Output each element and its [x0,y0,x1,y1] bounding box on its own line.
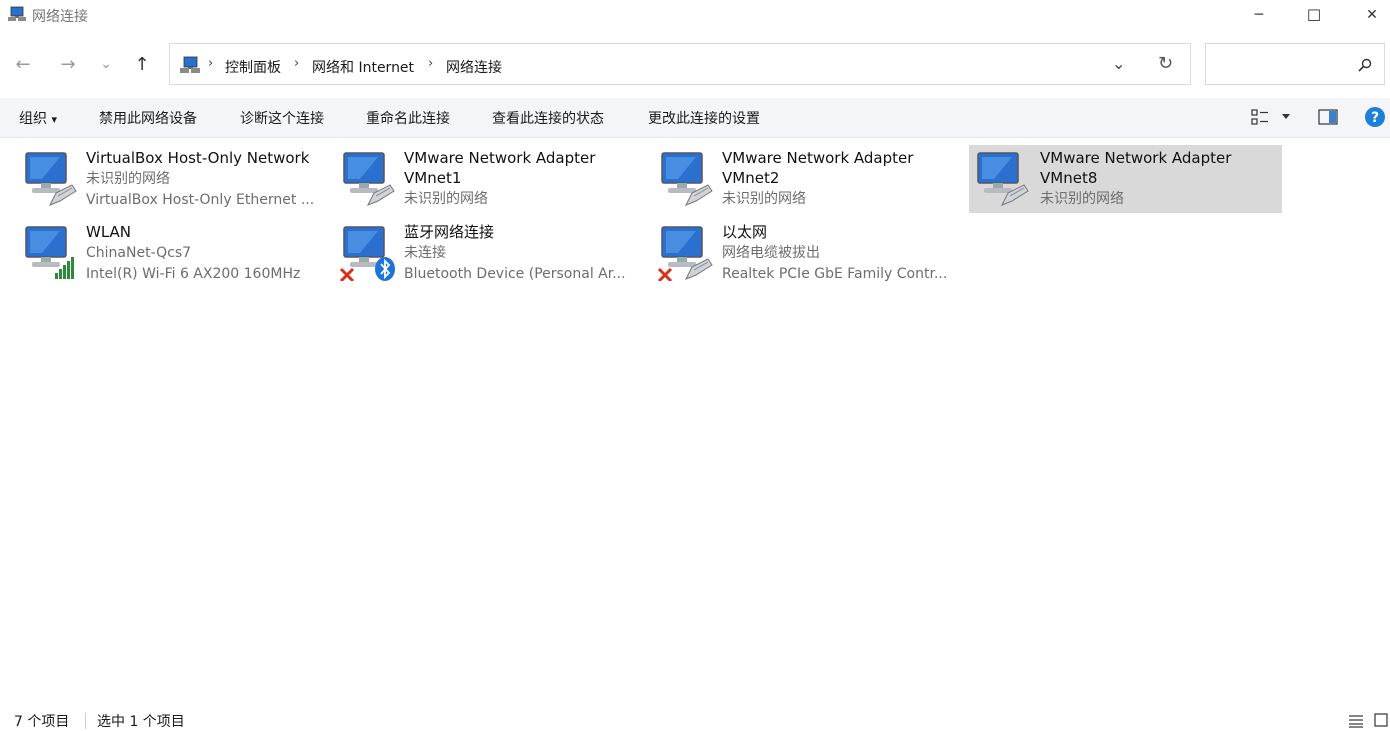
command-bar: 组织 ▾ 禁用此网络设备 诊断这个连接 重命名此连接 查看此连接的状态 更改此连… [0,98,1390,138]
maximize-icon: ☐ [1306,5,1322,25]
view-options-icon[interactable] [1251,109,1269,125]
network-adapter-icon [25,226,74,279]
breadcrumb-network-connections[interactable]: 网络连接 [446,57,502,77]
network-adapter-icon [25,152,77,206]
svg-text:?: ? [1371,110,1379,126]
close-icon: ✕ [1366,7,1378,23]
search-box[interactable] [1205,43,1385,85]
connection-status: 未连接 [404,245,446,261]
diagnose-button[interactable]: 诊断这个连接 [240,108,324,128]
network-adapter-icon [339,226,395,281]
connection-status: 未识别的网络 [404,191,488,207]
organize-label: 组织 [19,111,47,127]
connection-item-selected[interactable]: VMware Network Adapter VMnet8 未识别的网络 [969,145,1282,213]
recent-locations-button[interactable]: ⌄ [90,48,122,80]
help-icon[interactable]: ? [1364,106,1386,128]
network-adapter-icon [343,152,395,206]
dropdown-arrow-icon: ▾ [51,113,57,126]
connection-device: Intel(R) Wi-Fi 6 AX200 160MHz [86,266,301,282]
forward-button[interactable]: → [52,48,84,80]
breadcrumb-separator-icon: › [428,56,434,71]
window-title: 网络连接 [32,9,88,25]
connection-item[interactable]: VirtualBox Host-Only Network 未识别的网络 Virt… [17,145,330,213]
connection-name: 蓝牙网络连接 [404,223,495,241]
view-dropdown-icon[interactable] [1281,113,1291,121]
up-arrow-icon: ↑ [134,53,150,75]
refresh-icon[interactable]: ↻ [1158,53,1173,74]
connection-status: 未识别的网络 [86,171,170,187]
chevron-down-icon: ⌄ [100,56,112,72]
address-dropdown-icon[interactable]: ⌄ [1112,54,1125,73]
organize-menu[interactable]: 组织 ▾ [19,108,57,128]
connection-device: Realtek PCIe GbE Family Contr... [722,266,948,282]
change-settings-button[interactable]: 更改此连接的设置 [648,108,760,128]
network-adapter-icon [657,226,713,281]
connection-status: 网络电缆被拔出 [722,245,820,261]
bluetooth-icon [375,257,395,281]
disable-device-button[interactable]: 禁用此网络设备 [99,108,197,128]
item-count: 7 个项目 [14,714,70,730]
maximize-button[interactable]: ☐ [1291,0,1337,30]
connection-item[interactable]: WLAN ChinaNet-Qcs7 Intel(R) Wi-Fi 6 AX20… [17,219,330,287]
selected-count: 选中 1 个项目 [97,714,185,730]
search-input[interactable] [1212,52,1356,76]
connection-status: ChinaNet-Qcs7 [86,245,192,261]
wifi-signal-icon [55,257,74,279]
connection-item[interactable]: 以太网 网络电缆被拔出 Realtek PCIe GbE Family Cont… [653,219,966,287]
back-arrow-icon: ← [15,53,31,75]
minimize-button[interactable]: ─ [1236,0,1282,30]
network-adapter-icon [661,152,713,206]
close-button[interactable]: ✕ [1349,0,1390,30]
large-icons-view-icon[interactable] [1374,713,1388,728]
connection-status: 未识别的网络 [722,191,806,207]
connection-name: VMware Network Adapter VMnet1 [404,149,596,187]
disconnected-x-icon [657,267,673,281]
connection-item[interactable]: VMware Network Adapter VMnet2 未识别的网络 [653,145,966,213]
disconnected-x-icon [339,267,355,281]
preview-pane-icon[interactable] [1318,109,1338,125]
forward-arrow-icon: → [60,53,76,75]
network-connections-icon [8,6,26,21]
connection-name: 以太网 [722,223,768,241]
breadcrumb-separator-icon: › [294,56,300,71]
back-button[interactable]: ← [7,48,39,80]
status-divider [85,713,86,729]
connection-status: 未识别的网络 [1040,191,1124,207]
connection-device: VirtualBox Host-Only Ethernet ... [86,192,315,208]
view-status-button[interactable]: 查看此连接的状态 [492,108,604,128]
connection-name: VirtualBox Host-Only Network [86,149,310,167]
details-view-icon[interactable] [1348,714,1364,728]
control-panel-icon [180,56,200,73]
connection-name: VMware Network Adapter VMnet2 [722,149,914,187]
up-button[interactable]: ↑ [126,48,158,80]
connection-item[interactable]: 蓝牙网络连接 未连接 Bluetooth Device (Personal Ar… [335,219,648,287]
connection-item[interactable]: VMware Network Adapter VMnet1 未识别的网络 [335,145,648,213]
connection-name: WLAN [86,223,132,241]
minimize-icon: ─ [1254,7,1264,23]
search-icon[interactable] [1358,58,1372,72]
connection-device: Bluetooth Device (Personal Ar... [404,266,626,282]
breadcrumb-network-internet[interactable]: 网络和 Internet [312,57,414,77]
title-bar: 网络连接 ─ ☐ ✕ [0,0,1390,32]
address-bar[interactable]: › 控制面板 › 网络和 Internet › 网络连接 ⌄ ↻ [169,43,1191,85]
rename-button[interactable]: 重命名此连接 [366,108,450,128]
network-adapter-icon [977,152,1029,206]
connection-name: VMware Network Adapter VMnet8 [1040,149,1232,187]
breadcrumb-separator-icon: › [208,56,214,71]
breadcrumb-control-panel[interactable]: 控制面板 [225,57,281,77]
